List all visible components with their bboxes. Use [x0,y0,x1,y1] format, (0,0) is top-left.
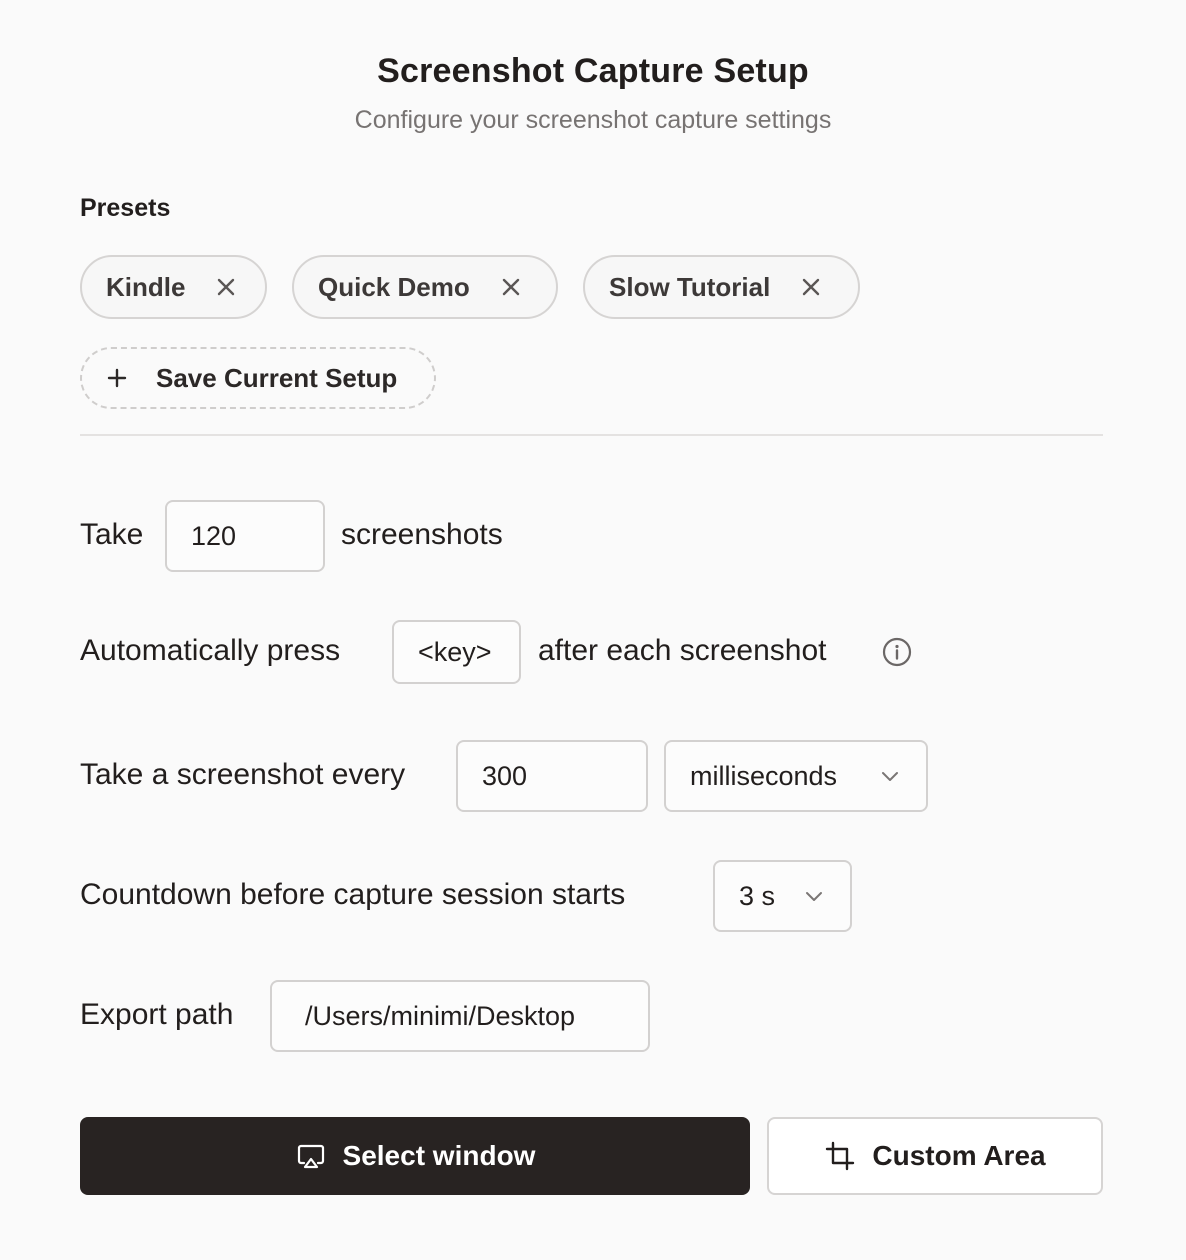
countdown-prefix: Countdown before capture session starts [80,878,626,911]
divider [80,434,1103,436]
capture-setup-page: Screenshot Capture Setup Configure your … [0,0,1186,1260]
preset-chip-label: Slow Tutorial [609,271,771,302]
presets-label: Presets [80,194,171,222]
select-window-button[interactable]: Select window [80,1117,750,1195]
key-prefix: Automatically press [80,634,341,667]
key-input[interactable]: <key> [392,620,521,684]
save-current-setup-button[interactable]: Save Current Setup [80,347,436,409]
interval-prefix: Take a screenshot every [80,758,406,791]
custom-area-label: Custom Area [872,1140,1046,1171]
export-path-input[interactable]: /Users/minimi/Desktop [270,980,650,1052]
save-setup-label: Save Current Setup [156,362,398,393]
plus-icon [106,367,128,389]
preset-chip-label: Quick Demo [318,271,470,302]
crop-icon [824,1140,856,1172]
preset-chip-quick-demo[interactable]: Quick Demo [292,255,558,319]
screenshot-count-input[interactable]: 120 [165,500,325,572]
page-subtitle: Configure your screenshot capture settin… [354,106,832,134]
close-icon[interactable] [500,276,522,298]
interval-input[interactable]: 300 [456,740,648,812]
interval-unit-select[interactable]: milliseconds [664,740,928,812]
preset-chip-kindle[interactable]: Kindle [80,255,267,319]
custom-area-button[interactable]: Custom Area [767,1117,1103,1195]
key-suffix: after each screenshot [538,634,827,667]
close-icon[interactable] [215,276,237,298]
close-icon[interactable] [800,276,822,298]
info-icon[interactable] [882,637,912,667]
countdown-value: 3 s [739,880,776,911]
chevron-down-icon [880,769,900,783]
countdown-select[interactable]: 3 s [713,860,852,932]
preset-chip-label: Kindle [106,271,186,302]
count-suffix: screenshots [341,518,503,551]
page-title: Screenshot Capture Setup [377,52,809,90]
count-prefix: Take [80,518,144,551]
airplay-icon [295,1140,327,1172]
select-window-label: Select window [342,1140,536,1171]
preset-chip-slow-tutorial[interactable]: Slow Tutorial [583,255,860,319]
interval-unit-value: milliseconds [690,760,838,791]
export-path-label: Export path [80,998,234,1031]
chevron-down-icon [804,889,824,903]
